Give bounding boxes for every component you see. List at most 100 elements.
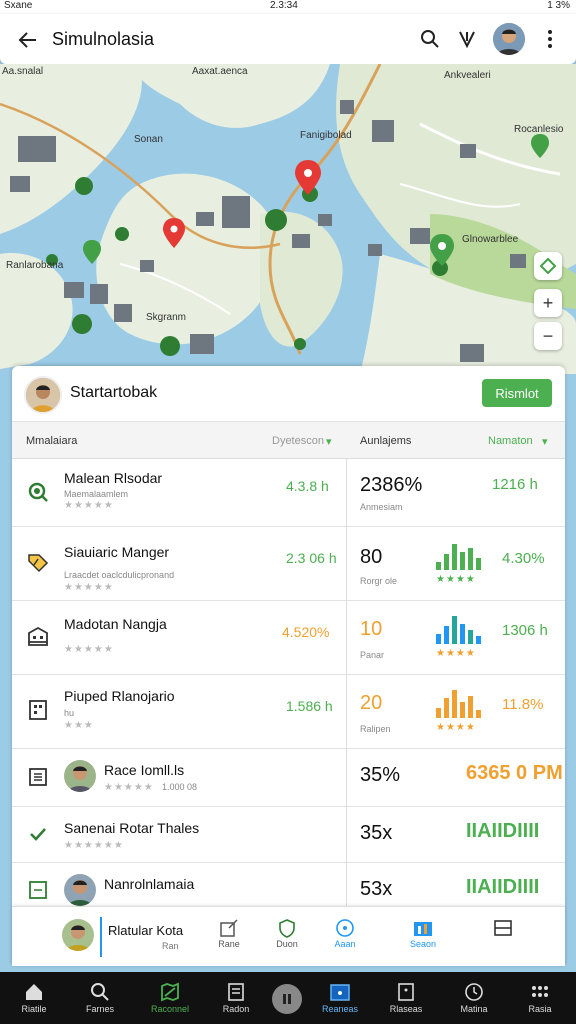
more-icon	[512, 980, 568, 1004]
row-value: 2386%	[360, 474, 423, 496]
nav-label: Raconnel	[150, 1004, 190, 1014]
status-bar: Sxane 2.3:34 1 3%	[0, 0, 576, 14]
map-label: Ranlarobana	[6, 260, 64, 271]
status-left: Sxane	[4, 0, 33, 11]
nav-item-search[interactable]: Farnes	[72, 980, 128, 1014]
map-view[interactable]: Aa.snalal Aaxat.aenca Ankvealeri Sonan F…	[0, 64, 576, 374]
search-icon[interactable]	[418, 27, 442, 51]
back-arrow-icon[interactable]	[14, 26, 42, 54]
nav-item-home[interactable]: Riatile	[6, 980, 62, 1014]
column-header-4[interactable]: Namaton	[488, 435, 533, 447]
column-header: Mmalaiara Dyetescon ▾ Aunlajems Namaton …	[12, 422, 565, 459]
search-icon	[26, 480, 50, 504]
nav-item-calendar[interactable]: Reaneas	[312, 980, 368, 1014]
more-vert-icon[interactable]	[540, 27, 560, 51]
table-row[interactable]: Sanenai Rotar Thales ★★★★★★ 35x IIAIIDII…	[12, 806, 565, 863]
row-value: 35x	[360, 822, 393, 844]
rating-stars: ★★★★	[436, 648, 476, 659]
tab-seaon[interactable]: Seaon	[398, 917, 448, 949]
profile-name: Rlatular Kota	[108, 923, 184, 938]
rating-stars: ★★★★	[436, 722, 476, 733]
locate-icon[interactable]	[534, 252, 562, 280]
zoom-in-icon[interactable]: +	[534, 289, 562, 317]
column-header-1[interactable]: Mmalaiara	[26, 435, 77, 447]
chevron-down-icon[interactable]: ▾	[542, 435, 548, 448]
mini-bar-chart	[436, 616, 481, 644]
nav-item-more[interactable]: Rasia	[512, 980, 568, 1014]
profile-sub: Ran	[162, 941, 179, 951]
rating-stars: ★★★★★	[64, 644, 114, 655]
chevron-down-icon[interactable]: ▾	[326, 435, 332, 448]
check-icon	[26, 822, 50, 846]
column-header-2[interactable]: Dyetescon	[272, 435, 324, 447]
nav-item-doc[interactable]: Radon	[208, 980, 264, 1014]
nav-label: Riatile	[21, 1004, 47, 1014]
nav-item-clock[interactable]: Matina	[446, 980, 502, 1014]
tab-rane[interactable]: Rane	[204, 917, 254, 949]
list-icon	[26, 878, 50, 902]
panel-header: Startartobak Rismlot	[12, 366, 565, 422]
row-name: Race Iomll.ls	[104, 762, 185, 778]
results-panel: Startartobak Rismlot Mmalaiara Dyetescon…	[12, 366, 565, 966]
device-icon	[378, 980, 434, 1004]
tab-duon[interactable]: Duon	[262, 917, 312, 949]
table-row[interactable]: Madotan Nangja ★★★★★ 4.520% 10 Panar ★★★…	[12, 600, 565, 675]
calendar-icon	[312, 980, 368, 1004]
center-icon[interactable]	[272, 984, 302, 1014]
table-row[interactable]: Malean Rlsodar Maemalaamlem ★★★★★ 4.3.8 …	[12, 458, 565, 527]
row-percent: 4.3.8 h	[286, 478, 329, 494]
mini-bar-chart	[436, 690, 481, 718]
rating-stars: ★★★★★	[104, 782, 154, 793]
tab-aaan[interactable]: Aaan	[320, 917, 370, 949]
row-value: 35%	[360, 764, 401, 786]
table-row[interactable]: Race Iomll.ls ★★★★★ 1.000 08 35% 6365 0 …	[12, 748, 565, 807]
nav-label: Rasia	[528, 1004, 552, 1014]
row-right-value: 1216 h	[492, 476, 538, 493]
row-value: 20	[360, 692, 383, 714]
zoom-out-icon[interactable]: −	[534, 322, 562, 350]
row-right-value: IIAIIDIIII	[466, 820, 540, 842]
nav-item-device[interactable]: Rlaseas	[378, 980, 434, 1014]
row-sub: 1.000 08	[162, 782, 198, 792]
column-header-3[interactable]: Aunlajems	[360, 435, 411, 447]
column-divider	[346, 458, 347, 910]
table-row[interactable]: Piuped Rlanojario hu ★★★ 1.586 h 20 Rali…	[12, 674, 565, 749]
row-sub: Maemalaamlem	[64, 489, 129, 499]
row-value: 53x	[360, 878, 393, 900]
map-label: Sonan	[134, 134, 163, 145]
clock-icon	[446, 980, 502, 1004]
tab-label: Seaon	[409, 939, 437, 949]
row-value: 10	[360, 618, 383, 640]
row-value: 80	[360, 546, 383, 568]
tab-window[interactable]	[478, 917, 528, 939]
nav-label: Matina	[460, 1004, 488, 1014]
doc-icon	[208, 980, 264, 1004]
row-value-sub: Ralipen	[360, 724, 391, 734]
row-right-value: 11.8%	[502, 696, 544, 713]
building-icon	[26, 624, 50, 648]
action-button[interactable]: Rismlot	[482, 379, 552, 407]
row-name: Madotan Nangja	[64, 616, 167, 632]
nav-label: Rlaseas	[389, 1004, 423, 1014]
nav-item-map[interactable]: Raconnel	[142, 980, 198, 1014]
tab-strip: Rlatular Kota Ran Rane Duon Aaan Seaon	[12, 906, 565, 965]
tab-label: Duon	[276, 939, 298, 949]
map-icon	[142, 980, 198, 1004]
row-value-sub: Panar	[360, 650, 385, 660]
mini-bar-chart	[436, 544, 481, 570]
status-time: 2.3:34	[270, 0, 298, 11]
map-label: Ankvealeri	[444, 70, 491, 81]
panel-title: Startartobak	[70, 384, 158, 401]
filter-icon[interactable]	[455, 27, 479, 51]
map-label: Skgranm	[146, 312, 187, 323]
map-label: Fanigibolad	[300, 130, 352, 141]
row-right-value: IIAIIDIIII	[466, 876, 540, 898]
window-icon	[478, 917, 528, 939]
table-row[interactable]: Siauiaric Manger Lraacdet oaclcdulicpron…	[12, 526, 565, 601]
user-avatar[interactable]	[493, 23, 525, 55]
row-right-value: 1306 h	[502, 622, 548, 639]
edit-icon	[204, 917, 254, 939]
row-percent: 1.586 h	[286, 698, 333, 714]
avatar[interactable]	[62, 919, 94, 951]
row-value-sub: Rorgr ole	[360, 576, 398, 586]
